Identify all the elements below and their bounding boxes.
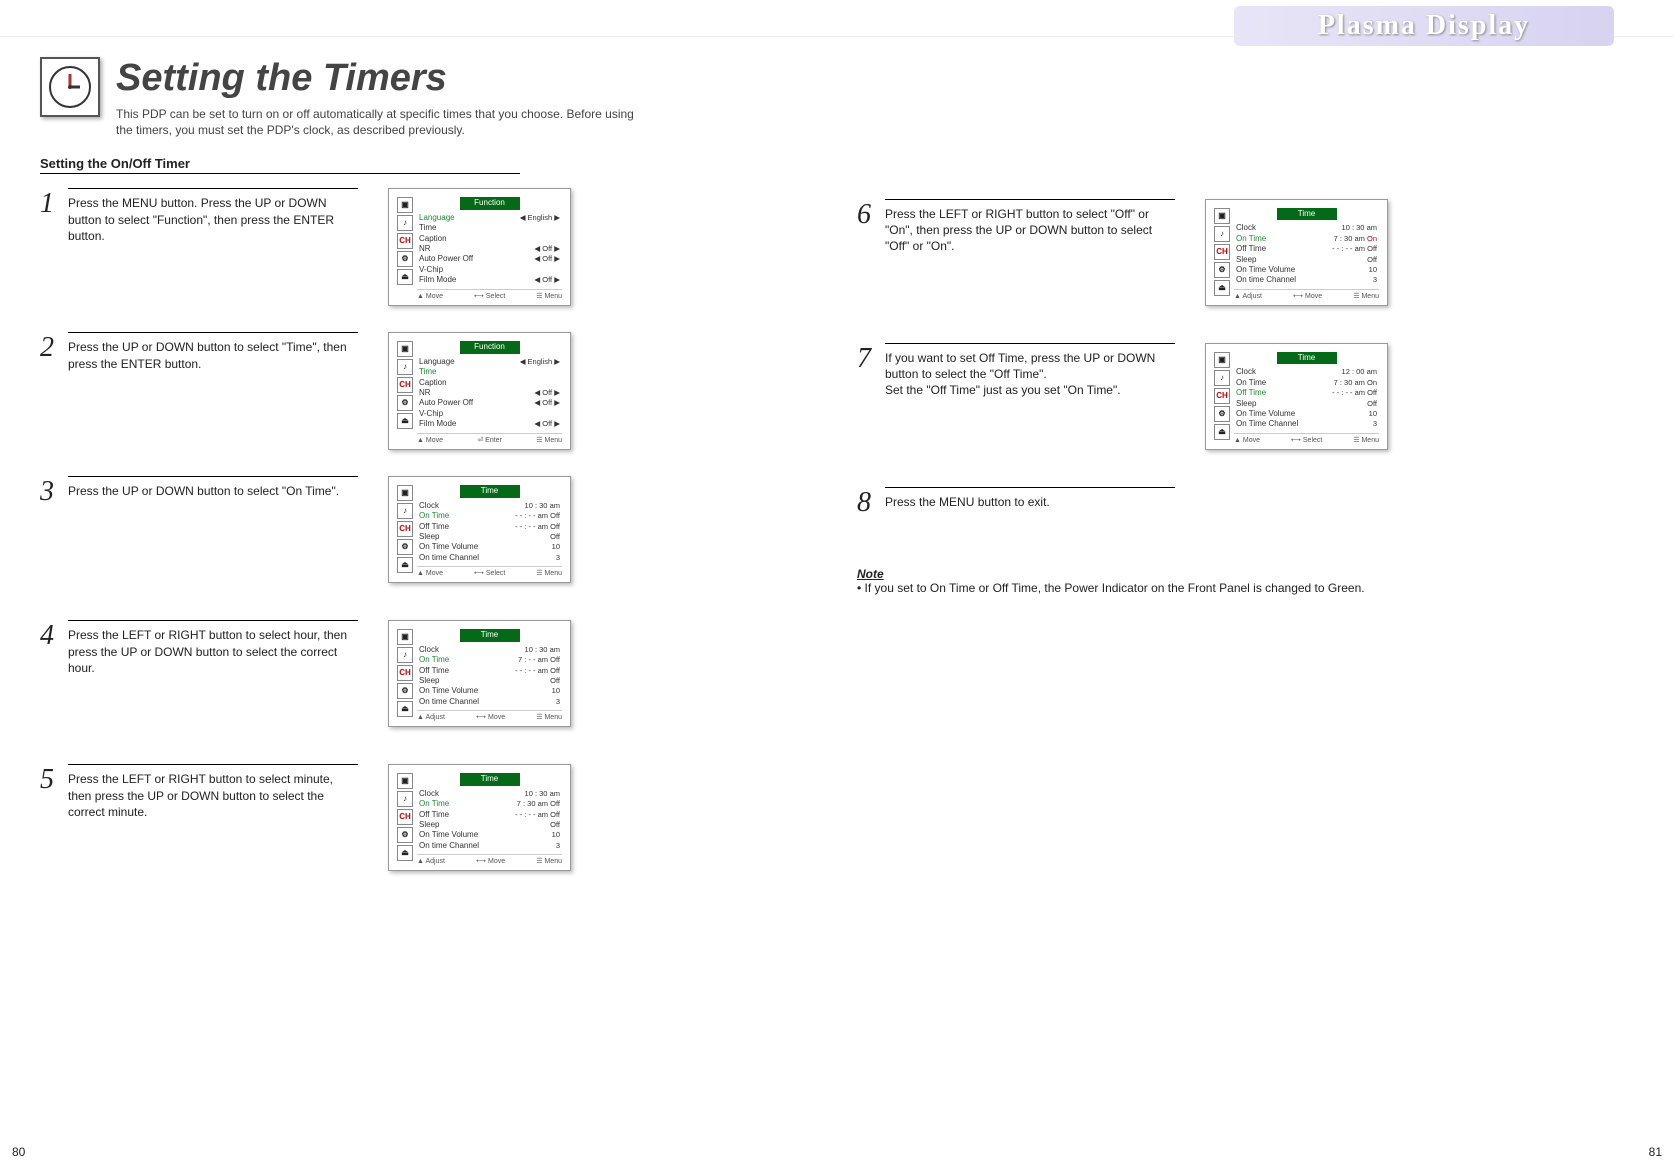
note-block: Note • If you set to On Time or Off Time… xyxy=(857,567,1634,595)
page-title: Setting the Timers xyxy=(116,57,636,100)
step-3: 3 Press the UP or DOWN button to select … xyxy=(40,476,817,606)
page-subtitle: This PDP can be set to turn on or off au… xyxy=(116,106,636,138)
step-4: 4 Press the LEFT or RIGHT button to sele… xyxy=(40,620,817,750)
page-number-left: 80 xyxy=(12,1145,25,1159)
osd-time-6: ▣♪CH⚙⏏TimeClock10 : 30 am On Time7 : 30 … xyxy=(1205,199,1388,306)
step-number: 1 xyxy=(40,188,62,218)
step-1: 1 Press the MENU button. Press the UP or… xyxy=(40,188,817,318)
clock-icon xyxy=(40,57,100,117)
osd-time-5: ▣♪CH⚙⏏TimeClock10 : 30 am On Time7 : 30 … xyxy=(388,764,571,871)
step-8: 8 Press the MENU button to exit. xyxy=(857,487,1634,527)
step-text: Press the UP or DOWN button to select "T… xyxy=(68,332,358,371)
top-banner: Plasma Display xyxy=(0,0,1674,37)
right-page: 6 Press the LEFT or RIGHT button to sele… xyxy=(857,57,1634,894)
osd-function-screenshot-2: ▣♪CH⚙⏏ Function Language◀ English ▶ Time… xyxy=(388,332,571,449)
note-label: Note xyxy=(857,567,884,581)
page-number-right: 81 xyxy=(1649,1145,1662,1159)
osd-time-4: ▣♪CH⚙⏏TimeClock10 : 30 am On Time7 : - -… xyxy=(388,620,571,727)
note-text: If you set to On Time or Off Time, the P… xyxy=(865,581,1365,595)
osd-time-3: ▣♪CH⚙⏏TimeClock10 : 30 am On Time- - : -… xyxy=(388,476,571,583)
osd-function-screenshot: ▣♪CH⚙⏏ Function Language◀ English ▶ Time… xyxy=(388,188,571,305)
step-6: 6 Press the LEFT or RIGHT button to sele… xyxy=(857,199,1634,329)
step-number: 2 xyxy=(40,332,62,362)
osd-time-7: ▣♪CH⚙⏏TimeClock12 : 00 am On Time7 : 30 … xyxy=(1205,343,1388,450)
step-2: 2 Press the UP or DOWN button to select … xyxy=(40,332,817,462)
step-7: 7 If you want to set Off Time, press the… xyxy=(857,343,1634,473)
step-text: Press the MENU button. Press the UP or D… xyxy=(68,188,358,244)
osd-title: Function xyxy=(460,197,520,209)
left-page: Setting the Timers This PDP can be set t… xyxy=(40,57,817,894)
step-5: 5 Press the LEFT or RIGHT button to sele… xyxy=(40,764,817,894)
brand-logo: Plasma Display xyxy=(1234,6,1614,46)
section-heading: Setting the On/Off Timer xyxy=(40,156,520,174)
